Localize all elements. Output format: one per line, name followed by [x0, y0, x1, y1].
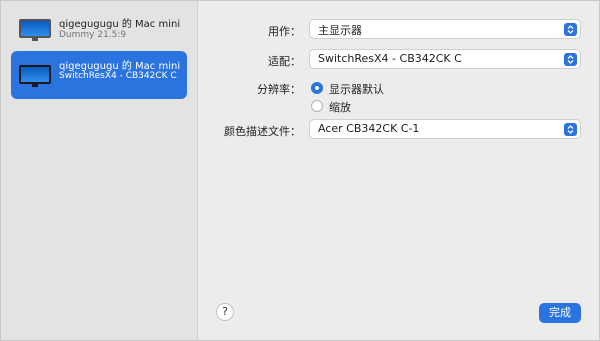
display-settings-window: qigegugugu 的 Mac mini Dummy 21.5:9 qigeg… — [0, 0, 600, 341]
chevron-updown-icon — [564, 53, 577, 66]
optimize-for-select[interactable]: SwitchResX4 - CB342CK C — [309, 49, 581, 69]
use-as-select[interactable]: 主显示器 — [309, 19, 581, 39]
color-profile-select[interactable]: Acer CB342CK C-1 — [309, 119, 581, 139]
use-as-value: 主显示器 — [318, 24, 362, 37]
optimize-for-label: 适配： — [268, 55, 301, 68]
monitor-icon — [19, 65, 51, 87]
resolution-label: 分辨率： — [257, 83, 301, 96]
display-name: qigegugugu 的 Mac mini — [59, 61, 181, 72]
chevron-updown-icon — [564, 123, 577, 136]
color-profile-label: 颜色描述文件： — [224, 125, 301, 138]
color-profile-value: Acer CB342CK C-1 — [318, 122, 420, 135]
chevron-updown-icon — [564, 23, 577, 36]
display-name: qigegugugu 的 Mac mini — [59, 19, 181, 30]
done-button[interactable]: 完成 — [539, 303, 581, 323]
display-detail: Dummy 21.5:9 — [59, 30, 127, 40]
monitor-icon — [19, 19, 51, 41]
radio-selected-icon — [311, 82, 323, 94]
use-as-label: 用作： — [268, 25, 301, 38]
help-button[interactable]: ? — [216, 303, 234, 321]
display-sidebar: qigegugugu 的 Mac mini Dummy 21.5:9 qigeg… — [1, 1, 198, 340]
display-item-switchresx[interactable]: qigegugugu 的 Mac mini SwitchResX4 - CB34… — [11, 51, 187, 99]
display-detail: SwitchResX4 - CB342CK C — [59, 71, 177, 81]
resolution-option-label: 缩放 — [329, 101, 351, 114]
resolution-option-label: 显示器默认 — [329, 83, 384, 96]
display-item-dummy[interactable]: qigegugugu 的 Mac mini Dummy 21.5:9 — [11, 9, 187, 47]
radio-unselected-icon — [311, 100, 323, 112]
optimize-for-value: SwitchResX4 - CB342CK C — [318, 52, 462, 65]
